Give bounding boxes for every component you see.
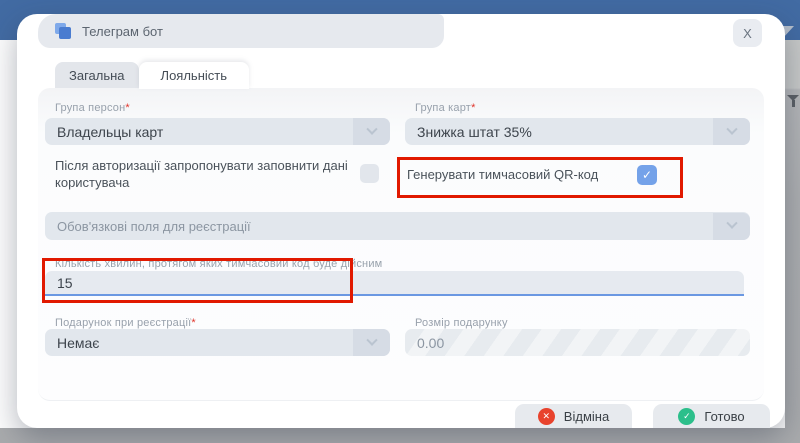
persons-group-select[interactable]: Владельцы карт <box>45 118 390 145</box>
generate-qr-label: Генерувати тимчасовий QR-код <box>407 166 598 183</box>
gift-value: Немає <box>45 335 353 351</box>
cards-group-label-text: Група карт <box>415 102 471 114</box>
check-icon: ✓ <box>642 168 652 182</box>
background-page-bottom <box>0 428 800 443</box>
tab-bar: Загальна Лояльність <box>55 62 249 89</box>
chevron-down-icon[interactable] <box>713 213 750 240</box>
cards-group-value: Знижка штат 35% <box>405 124 713 140</box>
tab-loyalty[interactable]: Лояльність <box>139 62 249 89</box>
chevron-down-icon[interactable] <box>713 118 750 145</box>
after-auth-checkbox[interactable] <box>360 164 379 183</box>
tab-content-panel: Група персон* Владельцы карт Група карт*… <box>38 88 764 401</box>
gift-label-text: Подарунок при реєстрації <box>55 317 191 329</box>
done-button-label: Готово <box>704 409 744 424</box>
close-button[interactable]: X <box>733 19 762 47</box>
gift-size-input: 0.00 <box>405 329 750 356</box>
gift-size-label: Розмір подарунку <box>415 317 508 329</box>
required-asterisk: * <box>191 317 195 329</box>
gift-label: Подарунок при реєстрації* <box>55 317 196 329</box>
required-asterisk: * <box>125 102 129 114</box>
tab-general[interactable]: Загальна <box>55 62 139 89</box>
minutes-input[interactable] <box>45 271 744 296</box>
chevron-down-icon[interactable] <box>353 329 390 356</box>
minutes-label: Кількість хвилин, протягом яких тимчасов… <box>55 258 382 270</box>
modal-title-bar: Телеграм бот <box>38 14 444 48</box>
after-auth-label: Після авторизації запропонувати заповнит… <box>55 157 355 191</box>
cancel-button[interactable]: ✕ Відміна <box>515 404 632 428</box>
required-fields-placeholder: Обов'язкові поля для реєстрації <box>45 219 713 234</box>
cancel-button-label: Відміна <box>564 409 609 424</box>
telegram-bot-modal: Телеграм бот X Загальна Лояльність Група… <box>17 14 785 428</box>
chevron-down-icon[interactable] <box>353 118 390 145</box>
filter-funnel-icon <box>787 95 799 101</box>
persons-group-label-text: Група персон <box>55 102 125 114</box>
persons-group-label: Група персон* <box>55 102 130 114</box>
modal-title: Телеграм бот <box>82 24 163 39</box>
required-asterisk: * <box>471 102 475 114</box>
gift-size-value: 0.00 <box>405 335 444 351</box>
gift-select[interactable]: Немає <box>45 329 390 356</box>
cards-group-label: Група карт* <box>415 102 476 114</box>
screen: Телеграм бот X Загальна Лояльність Група… <box>0 0 800 443</box>
persons-group-value: Владельцы карт <box>45 124 353 140</box>
required-fields-select[interactable]: Обов'язкові поля для реєстрації <box>45 212 750 240</box>
done-button[interactable]: ✓ Готово <box>653 404 770 428</box>
cancel-x-icon: ✕ <box>538 408 555 425</box>
cards-group-select[interactable]: Знижка штат 35% <box>405 118 750 145</box>
done-check-icon: ✓ <box>678 408 695 425</box>
telegram-bot-icon <box>55 23 71 39</box>
background-page-right <box>785 40 800 443</box>
generate-qr-checkbox[interactable]: ✓ <box>637 165 657 185</box>
